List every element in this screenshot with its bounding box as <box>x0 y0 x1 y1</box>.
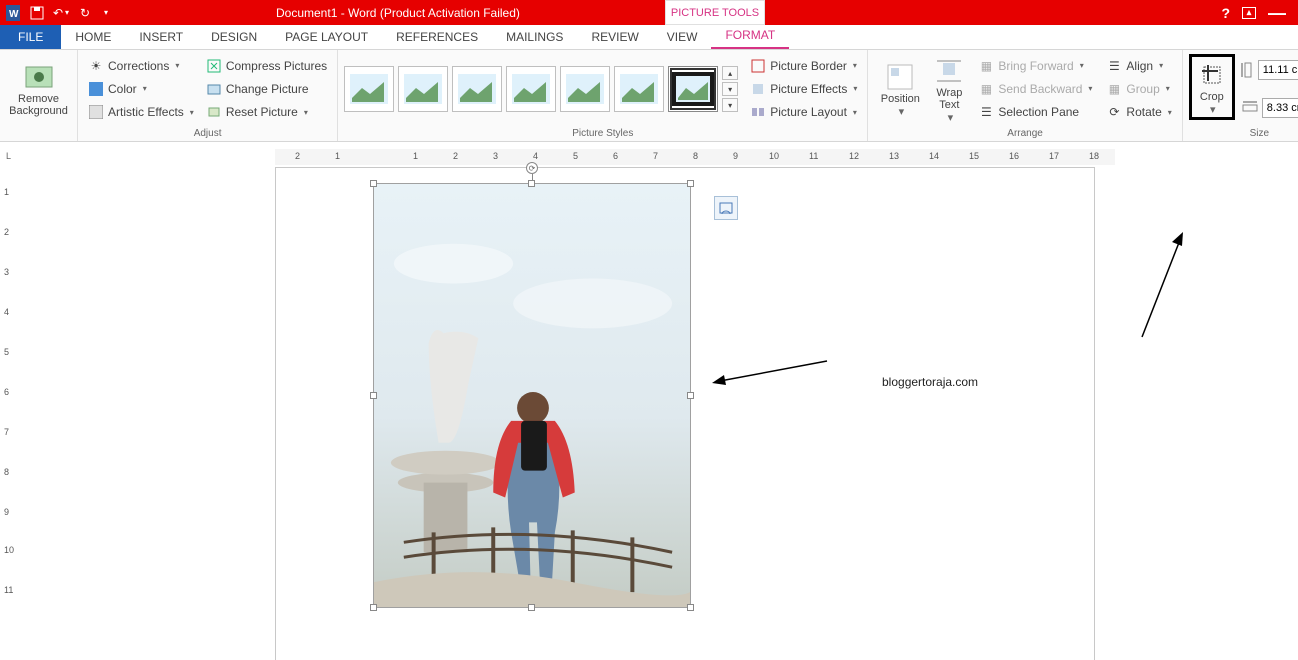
annotation-arrow-1 <box>712 357 832 387</box>
gallery-down-icon[interactable]: ▾ <box>722 82 738 96</box>
tab-review[interactable]: REVIEW <box>577 25 652 49</box>
bring-forward-icon: ▦ <box>978 58 994 74</box>
tab-mailings[interactable]: MAILINGS <box>492 25 577 49</box>
height-icon <box>1241 61 1255 79</box>
selection-pane-button[interactable]: ☰Selection Pane <box>974 103 1096 121</box>
tab-references[interactable]: REFERENCES <box>382 25 492 49</box>
width-icon <box>1241 101 1259 115</box>
ruler-vertical[interactable]: 12 34 56 78 910 11 <box>4 167 20 660</box>
reset-picture-icon <box>206 104 222 120</box>
undo-icon[interactable]: ↶▾ <box>54 6 68 20</box>
corrections-icon: ☀ <box>88 58 104 74</box>
change-picture-icon <box>206 81 222 97</box>
gallery-more-icon[interactable]: ▾ <box>722 98 738 112</box>
style-thumb-2[interactable] <box>398 66 448 112</box>
resize-handle-tm[interactable] <box>528 180 535 187</box>
resize-handle-mr[interactable] <box>687 392 694 399</box>
change-picture-button[interactable]: Change Picture <box>202 80 331 98</box>
ruler-horizontal[interactable]: 21 12 34 56 78 910 1112 1314 1516 1718 <box>275 149 1115 165</box>
resize-handle-br[interactable] <box>687 604 694 611</box>
minimize-icon[interactable]: — <box>1268 9 1286 17</box>
group-label-adjust: Adjust <box>84 126 331 141</box>
wrap-text-button[interactable]: Wrap Text▾ <box>926 54 972 124</box>
svg-text:W: W <box>9 9 19 20</box>
reset-picture-button[interactable]: Reset Picture▾ <box>202 103 331 121</box>
annotation-arrow-2 <box>1138 232 1188 342</box>
layout-options-icon[interactable] <box>714 196 738 220</box>
height-input[interactable] <box>1258 60 1298 80</box>
resize-handle-tl[interactable] <box>370 180 377 187</box>
picture-styles-gallery[interactable]: ▴ ▾ ▾ <box>344 66 738 112</box>
save-icon[interactable] <box>30 6 44 20</box>
watermark-text: bloggertoraja.com <box>882 375 978 389</box>
send-backward-icon: ▦ <box>978 81 994 97</box>
qat-customize-icon[interactable]: ▾ <box>104 8 108 17</box>
width-input[interactable] <box>1262 98 1298 118</box>
selection-pane-icon: ☰ <box>978 104 994 120</box>
group-label-picture-styles: Picture Styles <box>344 126 861 141</box>
compress-icon <box>206 58 222 74</box>
style-thumb-6[interactable] <box>614 66 664 112</box>
style-thumb-5[interactable] <box>560 66 610 112</box>
group-button[interactable]: ▦Group▾ <box>1102 80 1175 98</box>
document-page[interactable]: ⟳ <box>275 167 1095 660</box>
inserted-picture[interactable]: ⟳ <box>373 183 691 608</box>
picture-layout-button[interactable]: Picture Layout▾ <box>746 103 861 121</box>
remove-background-label: Remove Background <box>5 93 73 117</box>
rotate-button[interactable]: ⟳Rotate▾ <box>1102 103 1175 121</box>
style-thumb-7-selected[interactable] <box>668 66 718 112</box>
tab-design[interactable]: DESIGN <box>197 25 271 49</box>
resize-handle-tr[interactable] <box>687 180 694 187</box>
tab-insert[interactable]: INSERT <box>125 25 197 49</box>
artistic-effects-icon <box>88 104 104 120</box>
align-icon: ☰ <box>1106 58 1122 74</box>
picture-effects-button[interactable]: Picture Effects▾ <box>746 80 861 98</box>
tab-page-layout[interactable]: PAGE LAYOUT <box>271 25 382 49</box>
group-label-size: Size <box>1189 126 1298 141</box>
bring-forward-button[interactable]: ▦Bring Forward▾ <box>974 57 1096 75</box>
resize-handle-ml[interactable] <box>370 392 377 399</box>
style-thumb-1[interactable] <box>344 66 394 112</box>
artistic-effects-button[interactable]: Artistic Effects▾ <box>84 103 198 121</box>
tab-home[interactable]: HOME <box>61 25 125 49</box>
picture-layout-icon <box>750 104 766 120</box>
align-button[interactable]: ☰Align▾ <box>1102 57 1175 75</box>
group-icon: ▦ <box>1106 81 1122 97</box>
tab-file[interactable]: FILE <box>0 25 61 49</box>
tab-view[interactable]: VIEW <box>653 25 712 49</box>
resize-handle-bl[interactable] <box>370 604 377 611</box>
help-icon[interactable]: ? <box>1221 5 1230 21</box>
send-backward-button[interactable]: ▦Send Backward▾ <box>974 80 1096 98</box>
color-icon <box>88 81 104 97</box>
style-thumb-4[interactable] <box>506 66 556 112</box>
ribbon-options-icon[interactable]: ▴ <box>1242 7 1256 19</box>
remove-background-button[interactable]: Remove Background <box>5 54 73 124</box>
rotate-handle-icon[interactable]: ⟳ <box>526 162 538 174</box>
crop-label: Crop <box>1200 91 1224 103</box>
window-title: Document1 - Word (Product Activation Fai… <box>0 6 1298 20</box>
color-button[interactable]: Color▾ <box>84 80 198 98</box>
position-button[interactable]: Position▾ <box>874 54 926 124</box>
corrections-button[interactable]: ☀Corrections▾ <box>84 57 198 75</box>
tab-format[interactable]: FORMAT <box>711 23 789 49</box>
compress-pictures-button[interactable]: Compress Pictures <box>202 57 331 75</box>
crop-button[interactable]: Crop▾ <box>1189 54 1235 120</box>
ruler-l-indicator: L <box>6 151 11 161</box>
picture-border-button[interactable]: Picture Border▾ <box>746 57 861 75</box>
group-label-arrange: Arrange <box>874 126 1175 141</box>
picture-effects-icon <box>750 81 766 97</box>
word-app-icon: W <box>6 6 20 20</box>
redo-icon[interactable]: ↻ <box>78 6 92 20</box>
gallery-up-icon[interactable]: ▴ <box>722 66 738 80</box>
contextual-tab-picture-tools: PICTURE TOOLS <box>665 0 765 25</box>
resize-handle-bm[interactable] <box>528 604 535 611</box>
style-thumb-3[interactable] <box>452 66 502 112</box>
picture-border-icon <box>750 58 766 74</box>
rotate-icon: ⟳ <box>1106 104 1122 120</box>
